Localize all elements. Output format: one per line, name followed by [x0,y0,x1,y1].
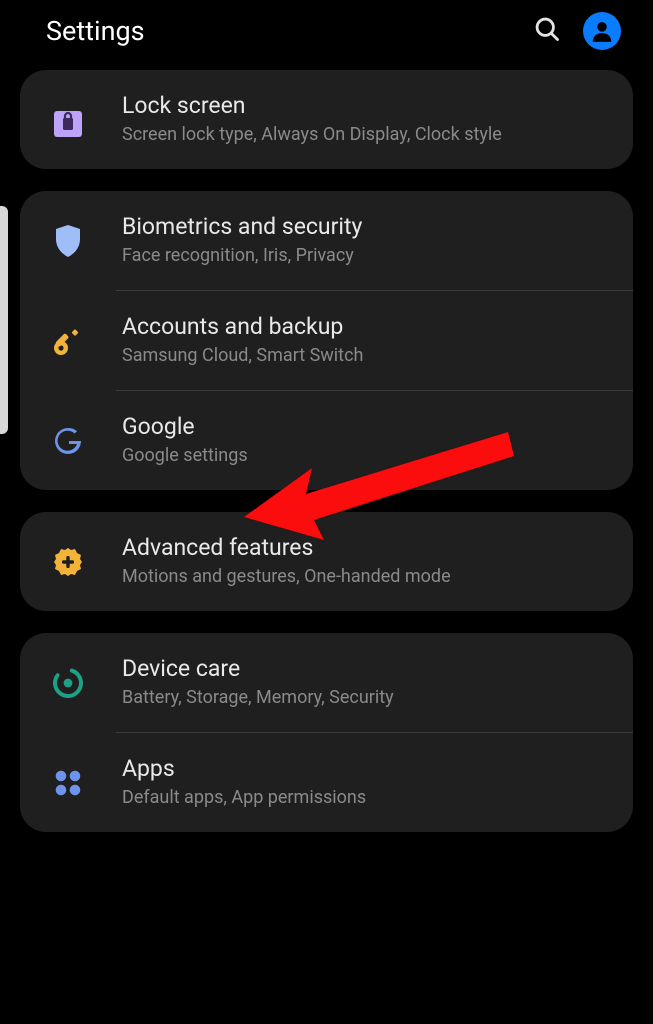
page-title: Settings [46,15,145,47]
header-actions [533,12,629,50]
settings-group: Device care Battery, Storage, Memory, Se… [20,633,633,832]
item-subtitle: Screen lock type, Always On Display, Clo… [122,123,609,147]
apps-icon [50,767,86,799]
item-body: Google Google settings [122,413,609,468]
item-body: Apps Default apps, App permissions [122,755,609,810]
item-subtitle: Google settings [122,444,609,468]
item-title: Advanced features [122,534,609,563]
device-care-icon [50,666,86,700]
item-body: Accounts and backup Samsung Cloud, Smart… [122,313,609,368]
scroll-indicator[interactable] [0,206,8,434]
header: Settings [0,0,653,70]
shield-icon [50,223,86,259]
lock-icon [50,102,86,138]
item-body: Lock screen Screen lock type, Always On … [122,92,609,147]
settings-item-google[interactable]: Google Google settings [20,391,633,490]
settings-group: Lock screen Screen lock type, Always On … [20,70,633,169]
settings-item-biometrics[interactable]: Biometrics and security Face recognition… [20,191,633,290]
item-title: Apps [122,755,609,784]
settings-item-accounts[interactable]: Accounts and backup Samsung Cloud, Smart… [20,291,633,390]
item-title: Lock screen [122,92,609,121]
item-subtitle: Face recognition, Iris, Privacy [122,244,609,268]
item-body: Advanced features Motions and gestures, … [122,534,609,589]
item-title: Device care [122,655,609,684]
settings-item-lock-screen[interactable]: Lock screen Screen lock type, Always On … [20,70,633,169]
settings-item-apps[interactable]: Apps Default apps, App permissions [20,733,633,832]
settings-item-advanced[interactable]: Advanced features Motions and gestures, … [20,512,633,611]
gear-plus-icon [50,545,86,579]
item-subtitle: Samsung Cloud, Smart Switch [122,344,609,368]
search-icon[interactable] [533,15,561,47]
settings-item-device-care[interactable]: Device care Battery, Storage, Memory, Se… [20,633,633,732]
item-subtitle: Default apps, App permissions [122,786,609,810]
item-body: Biometrics and security Face recognition… [122,213,609,268]
item-body: Device care Battery, Storage, Memory, Se… [122,655,609,710]
item-title: Google [122,413,609,442]
settings-group: Biometrics and security Face recognition… [20,191,633,490]
key-icon [50,324,86,358]
settings-group: Advanced features Motions and gestures, … [20,512,633,611]
settings-list: Lock screen Screen lock type, Always On … [0,70,653,832]
profile-icon[interactable] [583,12,621,50]
item-subtitle: Battery, Storage, Memory, Security [122,686,609,710]
item-subtitle: Motions and gestures, One-handed mode [122,565,609,589]
item-title: Biometrics and security [122,213,609,242]
item-title: Accounts and backup [122,313,609,342]
google-icon [50,425,86,457]
